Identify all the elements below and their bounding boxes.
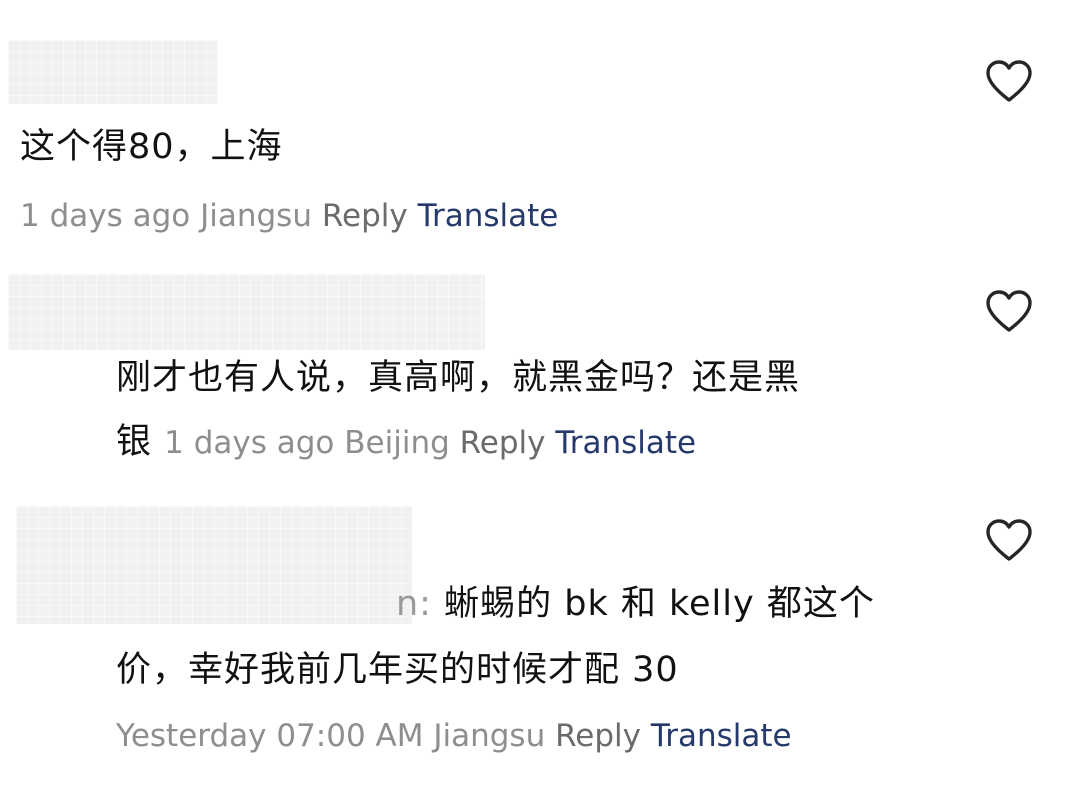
comment-item: 刚才也有人说，真高啊，就黑金吗？还是黑 银 1 days ago Beijing… — [0, 260, 1087, 500]
comment-time: 1 days ago — [164, 425, 335, 461]
comment-text: 这个得80，上海 — [20, 127, 283, 167]
reply-button[interactable]: Reply — [322, 198, 408, 234]
username-redacted — [8, 274, 485, 350]
like-heart-icon[interactable] — [984, 58, 1034, 104]
comment-item: 这个得80，上海 1 days ago Jiangsu Reply Transl… — [0, 0, 1087, 260]
username-redacted — [16, 506, 412, 624]
translate-button[interactable]: Translate — [418, 198, 559, 234]
translate-button[interactable]: Translate — [651, 718, 792, 754]
comment-text: n: 蜥蜴的 bk 和 kelly 都这个 — [396, 584, 875, 624]
like-heart-icon[interactable] — [984, 288, 1034, 334]
comments-list: 这个得80，上海 1 days ago Jiangsu Reply Transl… — [0, 0, 1087, 787]
comment-meta: 1 days ago Jiangsu Reply Translate — [20, 184, 558, 248]
comment-item: n: 蜥蜴的 bk 和 kelly 都这个 价，幸好我前几年买的时候才配 30 … — [0, 500, 1087, 787]
comment-location: Beijing — [344, 425, 450, 461]
translate-button[interactable]: Translate — [555, 425, 696, 461]
comment-meta: Yesterday 07:00 AM Jiangsu Reply Transla… — [116, 704, 792, 768]
username-redacted — [8, 40, 218, 104]
comment-location: Jiangsu — [200, 198, 312, 234]
comment-text-continuation: 银 1 days ago Beijing Reply Translate — [116, 422, 697, 462]
comment-time: Yesterday 07:00 AM — [116, 718, 424, 754]
comment-time: 1 days ago — [20, 198, 191, 234]
heart-outline-icon — [986, 290, 1032, 332]
reply-button[interactable]: Reply — [555, 718, 641, 754]
reply-button[interactable]: Reply — [460, 425, 546, 461]
like-heart-icon[interactable] — [984, 517, 1034, 563]
comment-text-continuation: 价，幸好我前几年买的时候才配 30 — [116, 650, 679, 690]
heart-outline-icon — [986, 519, 1032, 561]
mention-tail: n: — [396, 584, 432, 624]
comment-text: 刚才也有人说，真高啊，就黑金吗？还是黑 — [116, 358, 801, 398]
heart-outline-icon — [986, 60, 1032, 102]
comment-location: Jiangsu — [433, 718, 546, 754]
